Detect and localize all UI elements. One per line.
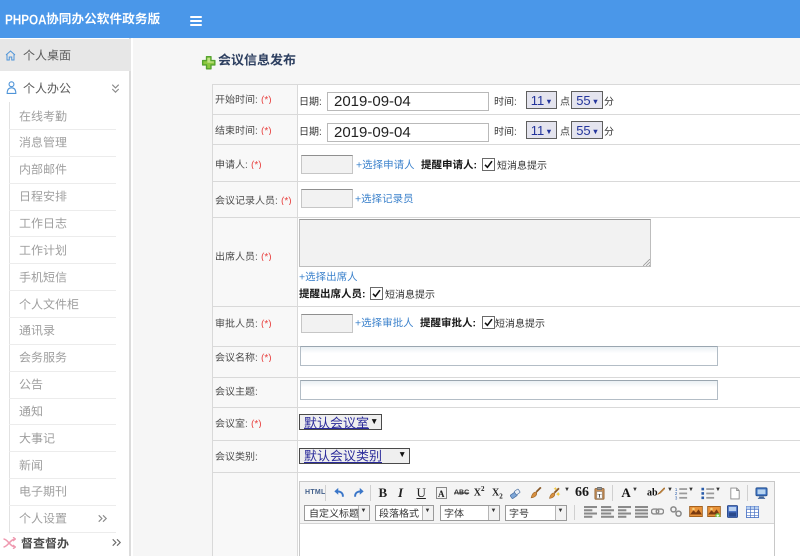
svg-text:3: 3 [675, 496, 678, 500]
svg-text:T: T [598, 493, 602, 499]
